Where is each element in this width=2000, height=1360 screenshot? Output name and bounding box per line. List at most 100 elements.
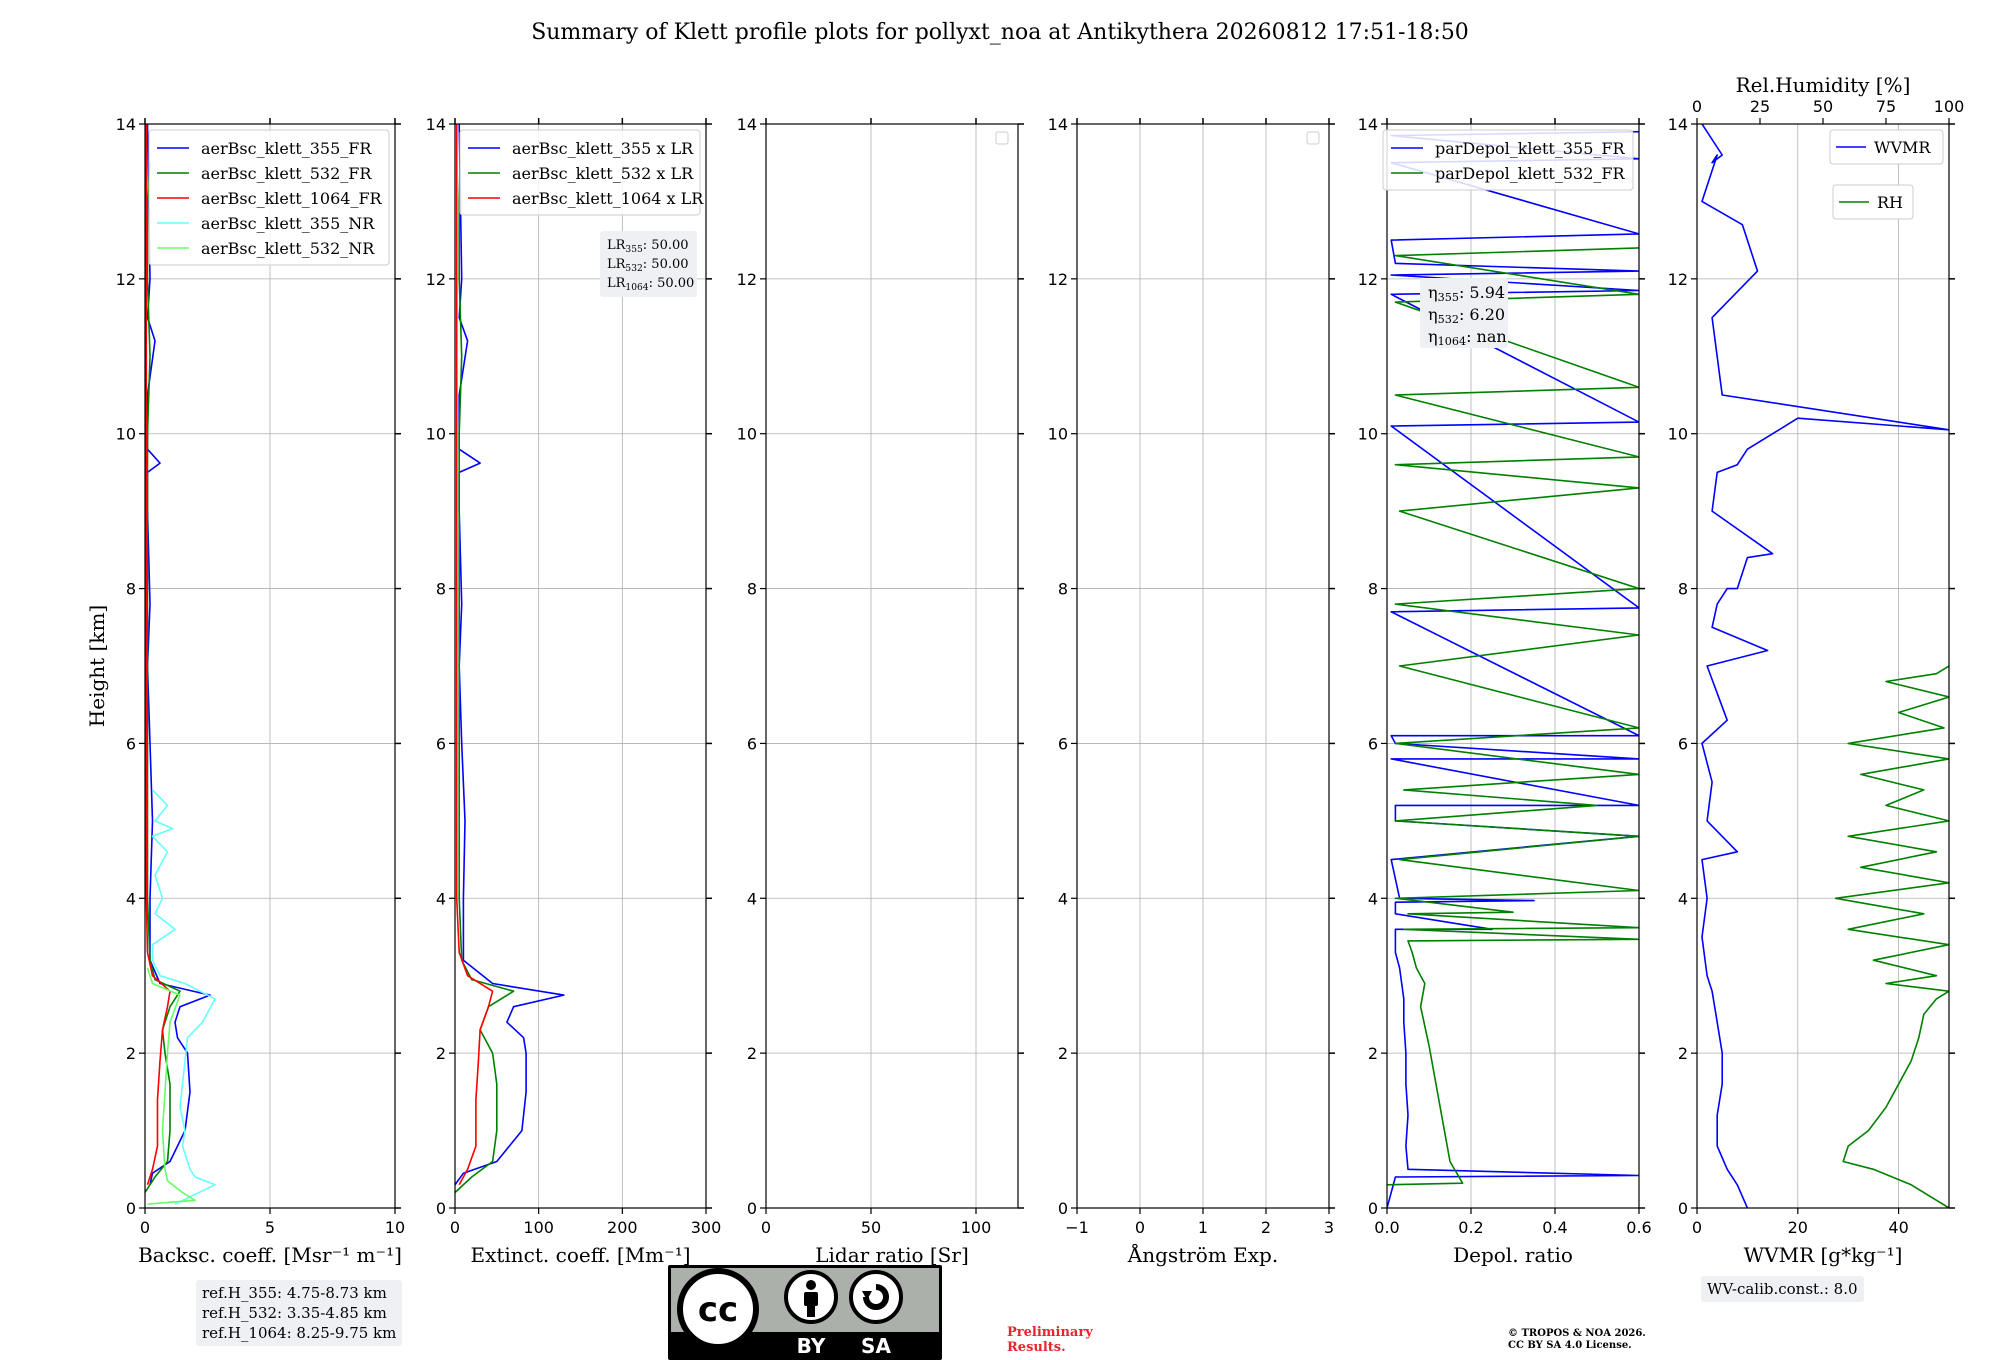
y-tick-label: 8 xyxy=(747,580,757,599)
ref-height-355: ref.H_355: 4.75-8.73 km xyxy=(202,1284,387,1302)
y-tick-label: 2 xyxy=(1678,1044,1688,1063)
y-tick-label: 10 xyxy=(116,425,136,444)
y-tick-label: 0 xyxy=(436,1199,446,1218)
x-tick-label: 0.6 xyxy=(1626,1218,1651,1237)
y-tick-label: 14 xyxy=(1668,115,1688,134)
annotation-box: LR355: 50.00 LR532: 50.00 LR1064: 50.00 xyxy=(600,231,697,297)
y-tick-label: 0 xyxy=(1678,1199,1688,1218)
y-tick-label: 12 xyxy=(1048,270,1068,289)
x-tick-label: 100 xyxy=(961,1218,992,1237)
y-tick-label: 6 xyxy=(436,734,446,753)
series-line-aerbsc-klett-532-x-lr xyxy=(455,162,515,1194)
y-tick-label: 10 xyxy=(737,425,757,444)
legend-label: WVMR xyxy=(1874,138,1931,157)
y-tick-label: 8 xyxy=(1678,580,1688,599)
axes-frame xyxy=(765,123,1019,1209)
x-tick-label: 3 xyxy=(1324,1218,1334,1237)
panel-bsc: 0 2 4 6 8 10 12 14 0 5 10 Backsc. coeff. [Msr⁻¹ m⁻¹… xyxy=(85,115,405,1267)
x2-axis-label: Rel.Humidity [%] xyxy=(1736,73,1911,97)
panel-lr: 0 2 4 6 8 10 12 14 0 50 100 Lidar ratio [Sr] xyxy=(737,115,1024,1267)
x-tick-label: 0.4 xyxy=(1542,1218,1567,1237)
y-tick-label: 10 xyxy=(1358,425,1378,444)
legend-box: aerBsc_klett_355_FR aerBsc_klett_532_FRae… xyxy=(148,129,390,266)
y-tick-label: 14 xyxy=(426,115,446,134)
y-tick-label: 14 xyxy=(116,115,136,134)
legend-label: aerBsc_klett_1064 x LR xyxy=(512,189,704,208)
y-tick-label: 6 xyxy=(1368,734,1378,753)
y-tick-label: 2 xyxy=(1058,1044,1068,1063)
legend-label: aerBsc_klett_532_FR xyxy=(201,164,372,183)
y-tick-label: 2 xyxy=(436,1044,446,1063)
series-line-aerbsc-klett-355-fr xyxy=(146,124,211,1185)
y-tick-label: 12 xyxy=(116,270,136,289)
y-tick-label: 4 xyxy=(747,889,757,908)
y-tick-label: 0 xyxy=(126,1199,136,1218)
y-tick-label: 12 xyxy=(426,270,446,289)
annotation-line: LR355: 50.00 xyxy=(607,238,689,255)
ref-height-532: ref.H_532: 3.35-4.85 km xyxy=(202,1304,387,1322)
x-tick-label: 2 xyxy=(1261,1218,1271,1237)
cc-text: cc xyxy=(698,1290,738,1330)
figure-canvas: 0 2 4 6 8 10 12 14 0 5 10 Backsc. coeff. [Msr⁻¹ m⁻¹… xyxy=(85,73,1965,1267)
panel-ext: 0 2 4 6 8 10 12 14 0 100 200 300Extinct. coeff. [Mm… xyxy=(426,115,722,1267)
y-tick-label: 4 xyxy=(1368,889,1378,908)
sa-label: SA xyxy=(861,1334,891,1358)
panel-wv: 024681012140 20 40WVMR [g*kg⁻¹]0 25 50 75 100R… xyxy=(1668,73,1965,1267)
y-axis-label: Height [km] xyxy=(85,605,109,727)
x-axis-label: Depol. ratio xyxy=(1453,1243,1573,1267)
x2-tick-label: 50 xyxy=(1813,97,1833,116)
legend-box: RH xyxy=(1832,184,1914,220)
series-line-rh xyxy=(1834,665,1949,1208)
x-tick-label: 300 xyxy=(691,1218,722,1237)
y-tick-label: 6 xyxy=(1058,734,1068,753)
y-tick-label: 8 xyxy=(1058,580,1068,599)
x-axis-label: Backsc. coeff. [Msr⁻¹ m⁻¹] xyxy=(138,1243,402,1267)
x-tick-label: 0 xyxy=(1135,1218,1145,1237)
cc-license-badge: cc BY SA xyxy=(668,1265,942,1360)
wv-calib-box: WV-calib.const.: 8.0 xyxy=(1701,1276,1864,1302)
y-tick-label: 12 xyxy=(737,270,757,289)
legend-empty-box xyxy=(995,131,1009,145)
copyright-notice: © TROPOS & NOA 2026. CC BY SA 4.0 Licens… xyxy=(1508,1328,1646,1351)
legend-label: aerBsc_klett_355 x LR xyxy=(512,139,694,158)
sa-share-icon xyxy=(849,1270,903,1324)
y-tick-label: 12 xyxy=(1668,270,1688,289)
legend-label: aerBsc_klett_355_FR xyxy=(201,139,372,158)
x2-tick-label: 75 xyxy=(1876,97,1896,116)
x-axis-label: Extinct. coeff. [Mm⁻¹] xyxy=(470,1243,690,1267)
legend-empty-box xyxy=(1306,131,1320,145)
series-line-wvmr xyxy=(1701,124,1949,1208)
x-tick-label: 100 xyxy=(523,1218,554,1237)
series-group xyxy=(455,124,565,1194)
x-axis-label: Lidar ratio [Sr] xyxy=(815,1243,969,1267)
y-tick-label: 4 xyxy=(1058,889,1068,908)
x-axis-label: WVMR [g*kg⁻¹] xyxy=(1744,1243,1903,1267)
legend-box: parDepol_klett_355_FR parDepol_klett_532_… xyxy=(1382,129,1634,191)
x-tick-label: 40 xyxy=(1888,1218,1908,1237)
panel-depol: 0 2 4 6 8 10 12 14 0.0 0.2 0.4 0.6 Depol. ratio parDe… xyxy=(1358,115,1652,1267)
x-tick-label: 5 xyxy=(265,1218,275,1237)
x-tick-label: 200 xyxy=(607,1218,638,1237)
by-label: BY xyxy=(797,1334,826,1358)
x-tick-label: 0.0 xyxy=(1374,1218,1399,1237)
y-tick-label: 0 xyxy=(1058,1199,1068,1218)
y-tick-label: 14 xyxy=(1048,115,1068,134)
annotation-line: LR1064: 50.00 xyxy=(607,276,694,293)
wv-calib-text: WV-calib.const.: 8.0 xyxy=(1707,1280,1858,1298)
y-tick-label: 8 xyxy=(436,580,446,599)
y-tick-label: 4 xyxy=(1678,889,1688,908)
y-tick-label: 14 xyxy=(737,115,757,134)
y-tick-label: 10 xyxy=(1668,425,1688,444)
y-tick-label: 2 xyxy=(747,1044,757,1063)
y-tick-label: 8 xyxy=(1368,580,1378,599)
x-tick-label: 0 xyxy=(450,1218,460,1237)
x-tick-label: 0 xyxy=(1692,1218,1702,1237)
legend-label: aerBsc_klett_355_NR xyxy=(201,214,375,233)
x-tick-label: 0 xyxy=(140,1218,150,1237)
y-tick-label: 2 xyxy=(126,1044,136,1063)
x-tick-label: 10 xyxy=(385,1218,405,1237)
annotation-line: LR532: 50.00 xyxy=(607,257,689,274)
legend-label: aerBsc_klett_532 x LR xyxy=(512,164,694,183)
legend-label: aerBsc_klett_1064_FR xyxy=(201,189,383,208)
legend-label: parDepol_klett_355_FR xyxy=(1435,139,1626,158)
